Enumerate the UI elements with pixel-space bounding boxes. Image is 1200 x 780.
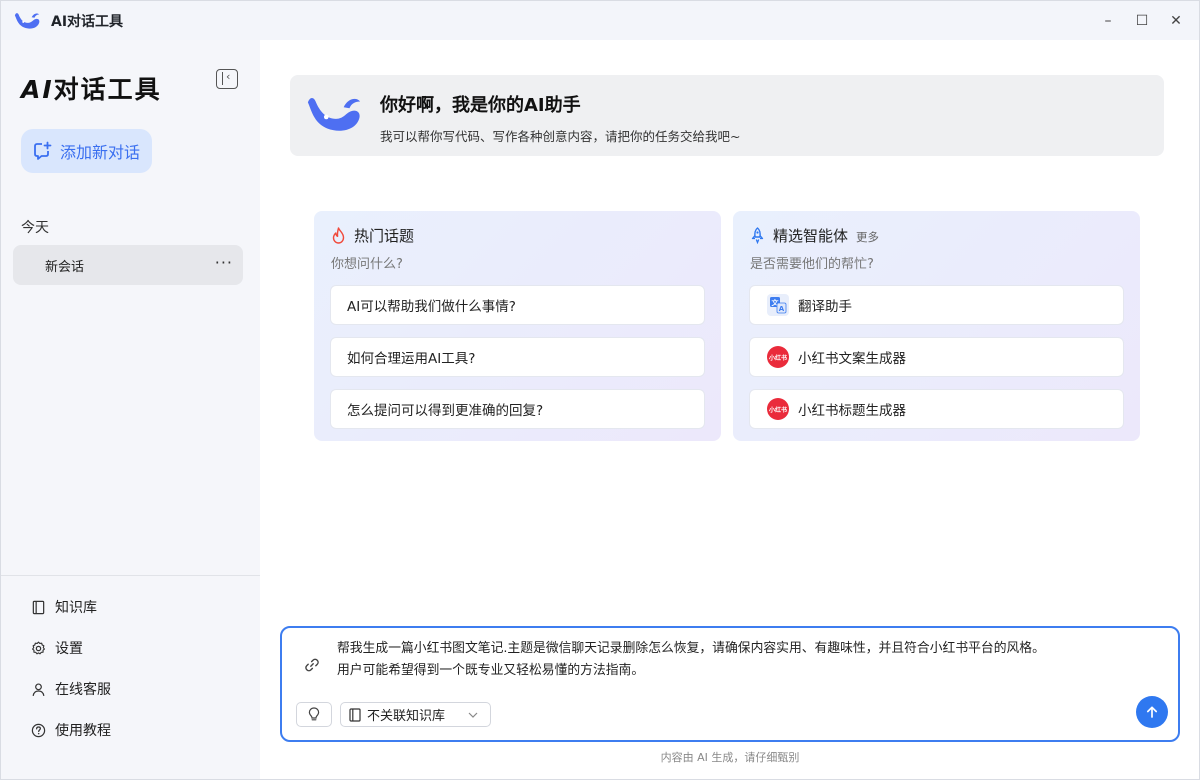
rocket-icon [751,227,764,244]
topic-item[interactable]: 怎么提问可以得到更准确的回复? [330,389,705,429]
lightbulb-icon [308,707,320,721]
new-chat-icon [34,141,52,160]
title-bar: AI对话工具 – ☐ ✕ [0,0,1200,40]
conversation-item[interactable]: 新会话 ··· [13,245,243,285]
sidebar: AI对话工具 ‹ 添加新对话 今天 新会话 ··· 知识库 设置 在线客服 使用… [0,40,261,780]
arrow-up-icon [1146,706,1158,718]
section-today-label: 今天 [21,220,49,236]
topic-item[interactable]: 如何合理运用AI工具? [330,337,705,377]
collapse-sidebar-button[interactable]: ‹ [216,69,238,89]
message-input-line: 帮我生成一篇小红书图文笔记.主题是微信聊天记录删除怎么恢复，请确保内容实用、有趣… [337,641,1045,656]
knowledge-base-select[interactable]: 不关联知识库 [340,702,491,727]
agents-more-link[interactable]: 更多 [856,229,879,245]
window-controls: – ☐ ✕ [1091,1,1193,41]
sidebar-item-label: 设置 [55,641,83,657]
sidebar-item-label: 知识库 [55,600,97,616]
whale-logo-icon [14,12,40,29]
xiaohongshu-icon: 小红书 [767,398,789,420]
chevron-down-icon [468,712,478,718]
link-icon[interactable] [304,657,320,673]
chevron-left-icon: ‹ [226,70,231,83]
hot-topics-header: 热门话题 [331,225,414,246]
send-button[interactable] [1136,696,1168,728]
topic-item[interactable]: AI可以帮助我们做什么事情? [330,285,705,325]
sidebar-item-knowledge-base[interactable]: 知识库 [31,595,231,619]
sidebar-app-title: AI对话工具 [21,70,162,106]
maximize-button[interactable]: ☐ [1125,1,1159,41]
minimize-button[interactable]: – [1091,1,1125,41]
agents-subtitle: 是否需要他们的帮忙? [750,257,874,272]
translate-glyph-icon: 文A [770,297,787,314]
knowledge-base-select-value: 不关联知识库 [367,709,446,724]
topic-item-label: 怎么提问可以得到更准确的回复? [347,403,544,419]
sidebar-title-ai: AI [21,75,54,104]
conversation-title: 新会话 [45,259,85,275]
agent-item-label: 小红书标题生成器 [798,403,906,419]
user-icon [32,682,45,696]
inspiration-button[interactable] [296,702,332,727]
window-title: AI对话工具 [51,13,124,30]
whale-logo-icon [307,97,361,131]
agents-title: 精选智能体 [773,227,849,245]
more-options-icon[interactable]: ··· [215,253,233,272]
main-panel: 你好啊，我是你的AI助手 我可以帮你写代码、写作各种创意内容，请把你的任务交给我… [260,40,1200,780]
sidebar-item-settings[interactable]: 设置 [31,636,231,660]
welcome-banner: 你好啊，我是你的AI助手 我可以帮你写代码、写作各种创意内容，请把你的任务交给我… [290,75,1164,156]
welcome-subtitle: 我可以帮你写代码、写作各种创意内容，请把你的任务交给我吧~ [380,129,741,144]
topic-item-label: AI可以帮助我们做什么事情? [347,299,516,315]
book-icon [32,600,45,614]
agents-card: 精选智能体 更多 是否需要他们的帮忙? 文A 翻译助手 小红书 小红书文案生成器… [733,211,1140,441]
close-button[interactable]: ✕ [1159,1,1193,41]
xiaohongshu-icon: 小红书 [767,346,789,368]
topic-item-label: 如何合理运用AI工具? [347,351,476,367]
agent-item-xhs-copy[interactable]: 小红书 小红书文案生成器 [749,337,1124,377]
welcome-title: 你好啊，我是你的AI助手 [380,95,581,116]
new-chat-button[interactable]: 添加新对话 [21,129,152,173]
help-icon [31,723,46,737]
sidebar-item-tutorial[interactable]: 使用教程 [31,718,231,742]
sidebar-item-label: 在线客服 [55,682,111,698]
hot-topics-card: 热门话题 你想问什么? AI可以帮助我们做什么事情? 如何合理运用AI工具? 怎… [314,211,721,441]
agent-item-label: 翻译助手 [798,299,852,315]
sidebar-item-support[interactable]: 在线客服 [31,677,231,701]
fire-icon [332,227,345,244]
hot-topics-title: 热门话题 [354,227,415,245]
message-input[interactable]: 帮我生成一篇小红书图文笔记.主题是微信聊天记录删除怎么恢复，请确保内容实用、有趣… [337,638,1157,682]
message-input-line: 用户可能希望得到一个既专业又轻松易懂的方法指南。 [337,663,645,678]
agent-item-xhs-title[interactable]: 小红书 小红书标题生成器 [749,389,1124,429]
book-icon [349,707,361,722]
message-composer[interactable]: 帮我生成一篇小红书图文笔记.主题是微信聊天记录删除怎么恢复，请确保内容实用、有趣… [280,626,1180,742]
translate-icon: 文A [767,294,789,316]
agents-header: 精选智能体 更多 [750,225,879,246]
translate-glyph-text: A [779,305,785,313]
new-chat-label: 添加新对话 [60,143,141,162]
sidebar-title-rest: 对话工具 [53,75,162,104]
agent-item-translate[interactable]: 文A 翻译助手 [749,285,1124,325]
hot-topics-subtitle: 你想问什么? [331,257,403,272]
ai-disclaimer: 内容由 AI 生成，请仔细甄别 [660,751,800,764]
sidebar-divider [1,575,261,576]
sidebar-item-label: 使用教程 [55,723,111,739]
agent-item-label: 小红书文案生成器 [798,351,906,367]
gear-icon [32,641,45,654]
